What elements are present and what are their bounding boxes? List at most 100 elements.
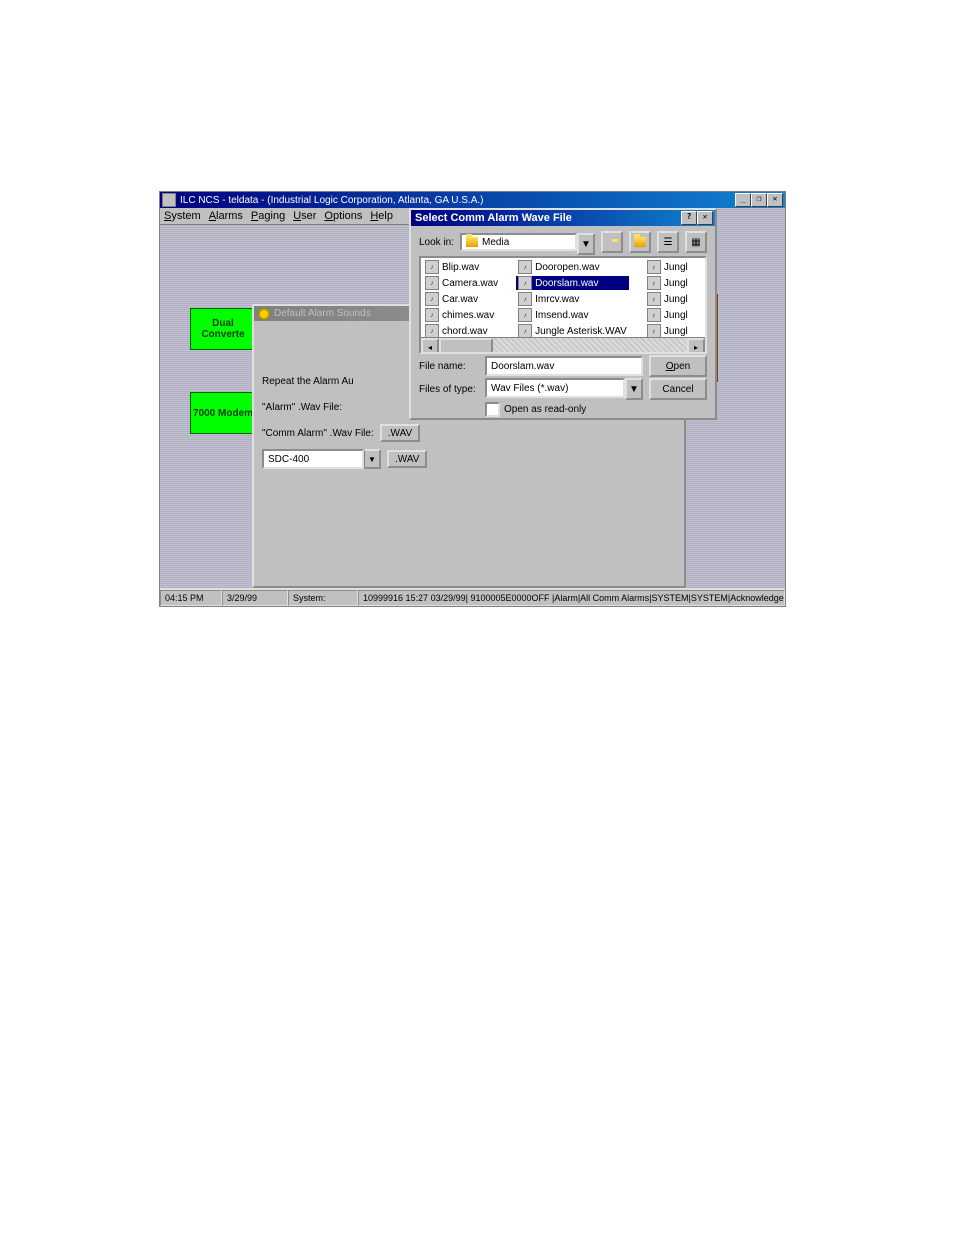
file-item[interactable]: ♪Jungle Asterisk.WAV bbox=[516, 324, 629, 338]
file-list-pane[interactable]: ♪Blip.wav♪Camera.wav♪Car.wav♪chimes.wav♪… bbox=[419, 256, 707, 354]
scroll-left-button[interactable]: ◂ bbox=[421, 338, 439, 354]
file-item-label: Dooropen.wav bbox=[535, 262, 599, 273]
new-folder-button[interactable] bbox=[629, 231, 651, 253]
menu-user[interactable]: User bbox=[293, 210, 316, 222]
scroll-track[interactable] bbox=[439, 338, 687, 352]
folder-icon bbox=[466, 237, 478, 247]
file-item-label: Imsend.wav bbox=[535, 310, 588, 321]
file-item-label: Jungl bbox=[664, 278, 688, 289]
comm-alarm-wav-label: "Comm Alarm" .Wav File: bbox=[262, 428, 374, 439]
wav-file-icon: ♪ bbox=[425, 324, 439, 338]
list-view-button[interactable]: ☰ bbox=[657, 231, 679, 253]
device-combo[interactable]: SDC-400 ▼ bbox=[262, 449, 381, 469]
status-message: 10999916 15:27 03/29/99| 9100005E0000OFF… bbox=[358, 590, 785, 606]
wav-file-icon: ♪ bbox=[518, 308, 532, 322]
device-box-label: 7000 Modem bbox=[193, 408, 253, 419]
device-wav-button[interactable]: .WAV bbox=[387, 450, 427, 468]
app-title-bar: ILC NCS - teldata - (Industrial Logic Co… bbox=[160, 192, 785, 208]
menu-options[interactable]: Options bbox=[324, 210, 362, 222]
file-item[interactable]: ♪Blip.wav bbox=[423, 260, 500, 274]
file-item-label: Doorslam.wav bbox=[535, 278, 598, 289]
details-view-icon: ▦ bbox=[691, 237, 700, 248]
cancel-button-label: Cancel bbox=[662, 384, 693, 395]
repeat-alarm-label: Repeat the Alarm Au bbox=[262, 376, 354, 387]
file-item[interactable]: ♪Car.wav bbox=[423, 292, 500, 306]
filetype-label: Files of type: bbox=[419, 384, 479, 395]
status-owner: System: bbox=[288, 590, 358, 606]
open-button[interactable]: Open bbox=[649, 355, 707, 377]
horizontal-scrollbar[interactable]: ◂ ▸ bbox=[421, 337, 705, 352]
comm-alarm-wav-button[interactable]: .WAV bbox=[380, 424, 420, 442]
wav-file-icon: ♪ bbox=[425, 276, 439, 290]
open-button-label: Open bbox=[666, 361, 690, 372]
file-item-label: Jungl bbox=[664, 294, 688, 305]
app-title: ILC NCS - teldata - (Industrial Logic Co… bbox=[180, 195, 483, 206]
help-button[interactable]: ? bbox=[681, 211, 697, 225]
cancel-button[interactable]: Cancel bbox=[649, 378, 707, 400]
wav-file-icon: ♪ bbox=[647, 324, 661, 338]
file-item[interactable]: ♪Doorslam.wav bbox=[516, 276, 629, 290]
file-open-dialog: Select Comm Alarm Wave File ? ✕ Look in:… bbox=[409, 208, 717, 420]
menu-paging[interactable]: Paging bbox=[251, 210, 285, 222]
scroll-right-button[interactable]: ▸ bbox=[687, 338, 705, 354]
menu-system[interactable]: System bbox=[164, 210, 201, 222]
new-folder-icon bbox=[634, 237, 646, 247]
status-bar: 04:15 PM 3/29/99 System: 10999916 15:27 … bbox=[160, 588, 785, 606]
menu-alarms[interactable]: Alarms bbox=[209, 210, 243, 222]
file-item-label: Camera.wav bbox=[442, 278, 498, 289]
file-item-label: Car.wav bbox=[442, 294, 478, 305]
device-box-7000-modem[interactable]: 7000 Modem bbox=[190, 392, 256, 434]
chevron-down-icon[interactable]: ▼ bbox=[577, 233, 595, 255]
wav-file-icon: ♪ bbox=[647, 276, 661, 290]
file-item-label: Jungle Asterisk.WAV bbox=[535, 326, 627, 337]
look-in-value: Media bbox=[482, 237, 509, 248]
filename-input[interactable]: Doorslam.wav bbox=[485, 356, 643, 376]
chevron-down-icon[interactable]: ▼ bbox=[364, 449, 381, 469]
dialog-close-button[interactable]: ✕ bbox=[697, 211, 713, 225]
wav-file-icon: ♪ bbox=[518, 292, 532, 306]
maximize-button[interactable]: ❐ bbox=[751, 193, 767, 207]
wav-file-icon: ♪ bbox=[647, 308, 661, 322]
file-item-label: Jungl bbox=[664, 326, 688, 337]
file-item[interactable]: ♪Jungl bbox=[645, 260, 690, 274]
file-item[interactable]: ♪Jungl bbox=[645, 292, 690, 306]
file-item[interactable]: ♪Jungl bbox=[645, 276, 690, 290]
file-item-label: Imrcv.wav bbox=[535, 294, 579, 305]
file-dialog-title: Select Comm Alarm Wave File bbox=[415, 212, 572, 224]
file-item[interactable]: ♪Imsend.wav bbox=[516, 308, 629, 322]
file-item-label: Jungl bbox=[664, 310, 688, 321]
details-view-button[interactable]: ▦ bbox=[685, 231, 707, 253]
file-item[interactable]: ♪Jungl bbox=[645, 308, 690, 322]
device-combo-field[interactable]: SDC-400 bbox=[262, 449, 364, 469]
file-item-label: Blip.wav bbox=[442, 262, 479, 273]
filetype-combo[interactable]: Wav Files (*.wav) ▼ bbox=[485, 378, 643, 400]
device-box-dual-converter[interactable]: Dual Converte bbox=[190, 308, 256, 350]
file-item[interactable]: ♪Camera.wav bbox=[423, 276, 500, 290]
file-item[interactable]: ♪Jungl bbox=[645, 324, 690, 338]
file-item-label: chimes.wav bbox=[442, 310, 494, 321]
alarm-wav-label: "Alarm" .Wav File: bbox=[262, 402, 342, 413]
app-icon bbox=[162, 193, 176, 207]
look-in-combo[interactable]: Media ▼ bbox=[460, 233, 595, 251]
wav-file-icon: ♪ bbox=[518, 324, 532, 338]
file-item[interactable]: ♪chimes.wav bbox=[423, 308, 500, 322]
filetype-value: Wav Files (*.wav) bbox=[491, 383, 568, 394]
wav-file-icon: ♪ bbox=[518, 276, 532, 290]
file-item[interactable]: ♪chord.wav bbox=[423, 324, 500, 338]
minimize-button[interactable]: _ bbox=[735, 193, 751, 207]
close-button[interactable]: ✕ bbox=[767, 193, 783, 207]
file-item[interactable]: ♪Imrcv.wav bbox=[516, 292, 629, 306]
menu-help[interactable]: Help bbox=[370, 210, 393, 222]
up-one-level-button[interactable] bbox=[601, 231, 623, 253]
wav-file-icon: ♪ bbox=[425, 292, 439, 306]
status-date: 3/29/99 bbox=[222, 590, 288, 606]
menu-bar: System Alarms Paging User Options Help bbox=[160, 208, 418, 225]
wav-file-icon: ♪ bbox=[425, 308, 439, 322]
scroll-thumb[interactable] bbox=[439, 338, 493, 354]
readonly-label: Open as read-only bbox=[504, 404, 586, 415]
wav-file-icon: ♪ bbox=[647, 292, 661, 306]
readonly-checkbox[interactable] bbox=[485, 402, 500, 417]
file-item[interactable]: ♪Dooropen.wav bbox=[516, 260, 629, 274]
device-combo-value: SDC-400 bbox=[268, 454, 309, 465]
chevron-down-icon[interactable]: ▼ bbox=[625, 378, 643, 400]
